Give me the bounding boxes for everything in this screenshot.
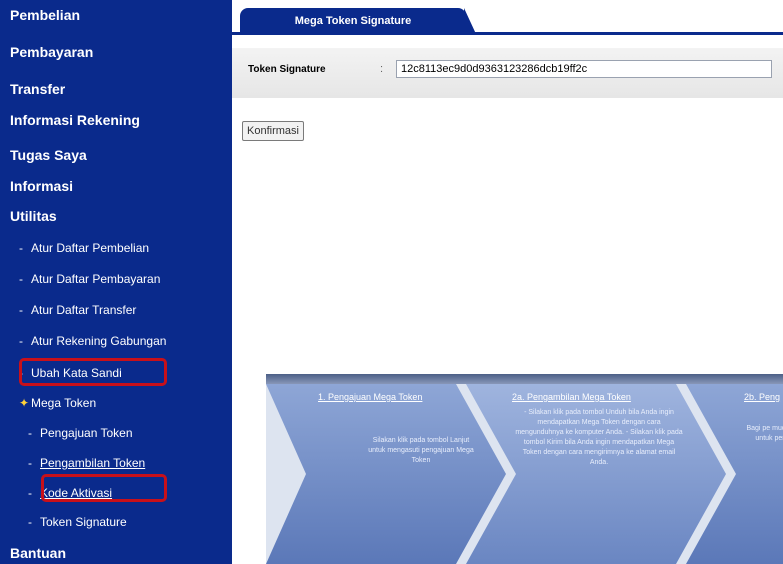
step2a-title[interactable]: 2a. Pengambilan Mega Token [512, 392, 631, 402]
step1-text: Silakan klik pada tombol Lanjut untuk me… [368, 437, 474, 464]
steps-banner: 1. Pengajuan Mega Token Silakan klik pad… [266, 374, 783, 564]
menu-pembayaran[interactable]: Pembayaran [10, 43, 93, 61]
konfirmasi-button[interactable]: Konfirmasi [242, 121, 304, 141]
sidebar-item-mega-token[interactable]: ✦ Mega Token [19, 395, 96, 411]
sidebar-item-atur-daftar-pembelian[interactable]: - Atur Daftar Pembelian [19, 240, 149, 256]
token-signature-input[interactable] [396, 60, 772, 78]
banner-top-strip [266, 374, 783, 384]
tab-mega-token-signature[interactable]: Mega Token Signature [240, 8, 476, 34]
menu-transfer[interactable]: Transfer [10, 80, 65, 98]
tab-bar: Mega Token Signature [232, 8, 783, 35]
step1-title[interactable]: 1. Pengajuan Mega Token [318, 392, 422, 402]
main-content: Mega Token Signature Token Signature : K… [232, 0, 783, 564]
sidebar-item-token-signature[interactable]: - Token Signature [28, 514, 127, 530]
sidebar: Pembelian Pembayaran Transfer Informasi … [0, 0, 232, 564]
highlight-kode-aktivasi [41, 474, 167, 502]
sidebar-item-atur-rekening-gabungan[interactable]: - Atur Rekening Gabungan [19, 333, 166, 349]
step1-chevron [266, 384, 506, 564]
menu-tugas-saya[interactable]: Tugas Saya [10, 146, 87, 164]
star-icon: ✦ [19, 396, 30, 410]
sidebar-item-pengambilan-token[interactable]: - Pengambilan Token [28, 455, 145, 471]
menu-informasi[interactable]: Informasi [10, 177, 73, 195]
sidebar-item-atur-daftar-transfer[interactable]: - Atur Daftar Transfer [19, 302, 136, 318]
field-colon: : [380, 63, 384, 75]
sidebar-item-pengajuan-token[interactable]: - Pengajuan Token [28, 425, 133, 441]
sidebar-item-atur-daftar-pembayaran[interactable]: - Atur Daftar Pembayaran [19, 271, 160, 287]
step2b-title[interactable]: 2b. Peng [744, 392, 780, 402]
token-signature-label: Token Signature [248, 64, 326, 75]
token-signature-row: Token Signature : [232, 48, 783, 98]
highlight-ubah-kata-sandi [19, 358, 167, 386]
menu-informasi-rekening[interactable]: Informasi Rekening [10, 111, 140, 129]
menu-utilitas[interactable]: Utilitas [10, 207, 57, 225]
menu-pembelian[interactable]: Pembelian [10, 6, 80, 24]
menu-bantuan[interactable]: Bantuan [10, 544, 66, 562]
step2a-text: - Silakan klik pada tombol Unduh bila An… [515, 409, 683, 466]
step2b-text: Bagi pe mudah untuk per [746, 425, 783, 442]
